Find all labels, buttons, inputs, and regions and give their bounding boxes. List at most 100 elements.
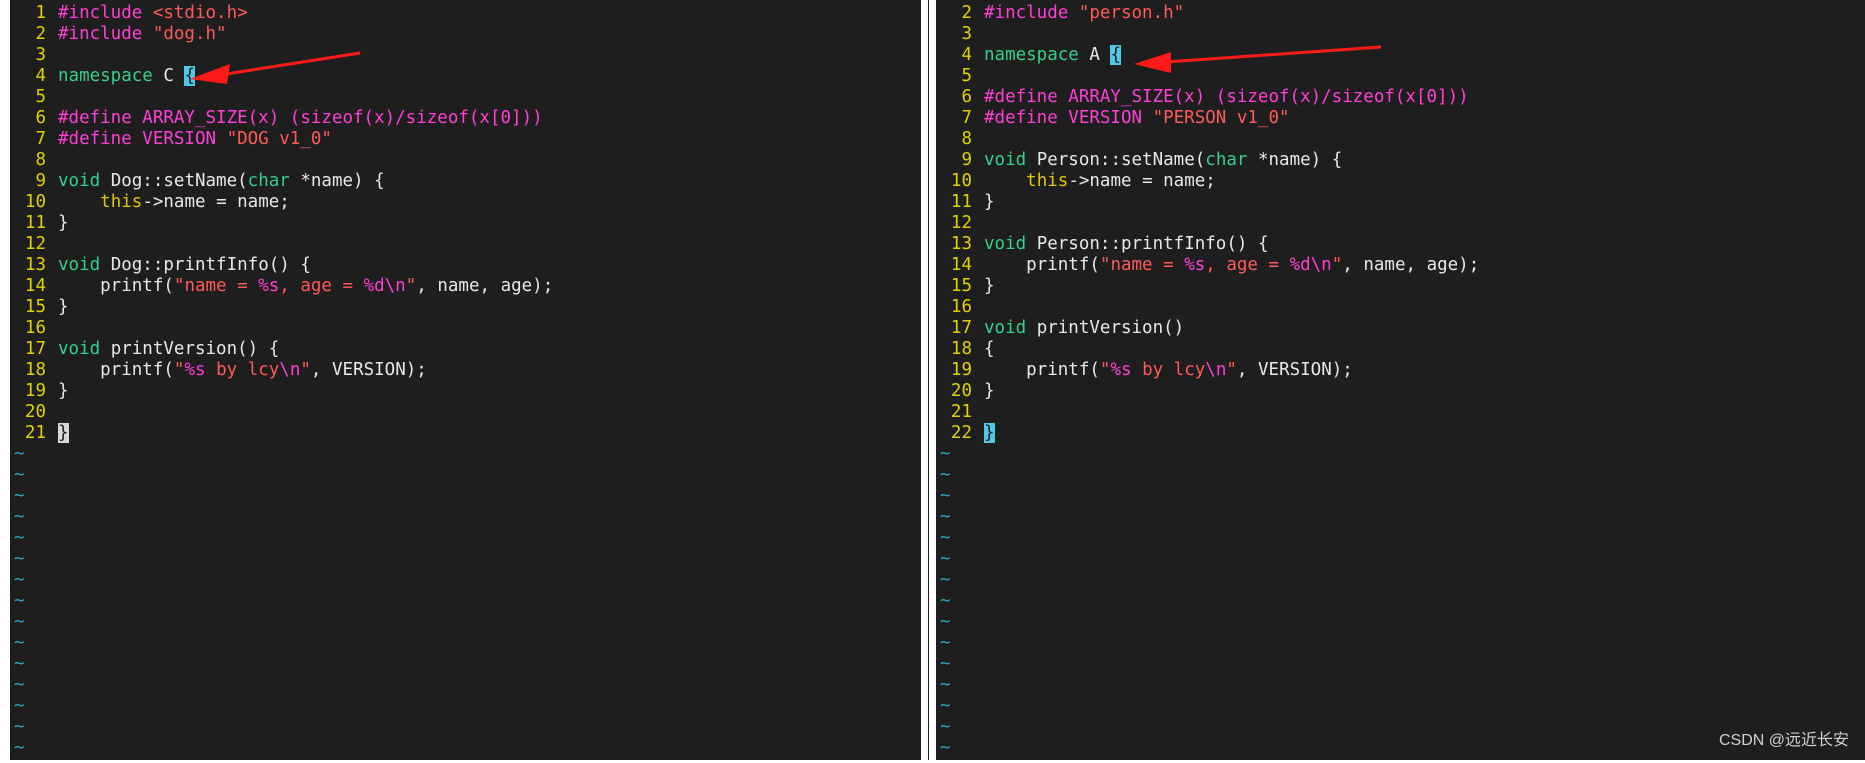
right-code-line[interactable]: 20} (936, 381, 1865, 402)
right-code-line[interactable]: 13 void Person::printfInfo() { (936, 234, 1865, 255)
right-editor-pane[interactable]: 2 #include "person.h" 3 4 namespace A { 5 6 #de… (936, 0, 1865, 760)
code-text[interactable]: void printVersion() { (58, 339, 279, 359)
line-number: 2 (961, 3, 972, 23)
left-code-area[interactable]: 1 #include <stdio.h> 2 #include "dog.h" 3 4 na… (10, 3, 921, 759)
vertical-split-divider[interactable] (921, 0, 936, 760)
empty-buffer-line: ~ (940, 570, 951, 590)
code-text[interactable]: namespace A { (984, 45, 1121, 65)
code-text[interactable]: void Dog::printfInfo() { (58, 255, 311, 275)
empty-buffer-line: ~ (940, 486, 951, 506)
code-text[interactable]: printf("%s by lcy\n", VERSION); (984, 360, 1353, 380)
code-text[interactable]: #include "dog.h" (58, 24, 227, 44)
left-code-line[interactable]: 14 printf("name = %s, age = %d\n", name,… (10, 276, 921, 297)
code-text[interactable]: printf("name = %s, age = %d\n", name, ag… (58, 276, 553, 296)
code-text[interactable]: printf("name = %s, age = %d\n", name, ag… (984, 255, 1479, 275)
code-text[interactable]: void printVersion() (984, 318, 1184, 338)
left-code-line[interactable]: 1 #include <stdio.h> (10, 3, 921, 24)
left-code-line[interactable]: 13 void Dog::printfInfo() { (10, 255, 921, 276)
right-code-line[interactable]: 19 printf("%s by lcy\n", VERSION); (936, 360, 1865, 381)
right-code-line[interactable]: 8 (936, 129, 1865, 150)
right-code-line[interactable]: 22} (936, 423, 1865, 444)
empty-buffer-line: ~ (14, 633, 25, 653)
right-code-line[interactable]: 9 void Person::setName(char *name) { (936, 150, 1865, 171)
code-text[interactable]: } (984, 276, 995, 296)
line-number: 2 (35, 24, 46, 44)
right-code-line[interactable]: 4 namespace A { (936, 45, 1865, 66)
left-code-line[interactable]: 16 (10, 318, 921, 339)
code-text[interactable]: #include "person.h" (984, 3, 1184, 23)
code-text[interactable]: void Dog::setName(char *name) { (58, 171, 385, 191)
left-code-line[interactable]: 8 (10, 150, 921, 171)
right-code-area[interactable]: 2 #include "person.h" 3 4 namespace A { 5 6 #de… (936, 3, 1865, 759)
code-text[interactable]: void Person::setName(char *name) { (984, 150, 1342, 170)
right-code-line[interactable]: 3 (936, 24, 1865, 45)
left-code-line[interactable]: 19} (10, 381, 921, 402)
code-text[interactable]: } (58, 423, 69, 443)
code-text[interactable]: { (984, 339, 995, 359)
empty-buffer-line: ~ (14, 570, 25, 590)
right-code-line[interactable]: 5 (936, 66, 1865, 87)
line-number: 6 (961, 87, 972, 107)
code-text[interactable]: #define VERSION "DOG v1_0" (58, 129, 332, 149)
code-text[interactable]: namespace C { (58, 66, 195, 86)
left-code-line[interactable]: 21} (10, 423, 921, 444)
left-code-line[interactable]: 17 void printVersion() { (10, 339, 921, 360)
right-code-line[interactable]: 6 #define ARRAY_SIZE(x) (sizeof(x)/sizeof… (936, 87, 1865, 108)
right-code-line[interactable]: 17 void printVersion() (936, 318, 1865, 339)
line-number: 19 (950, 360, 972, 380)
left-code-line[interactable]: 4 namespace C { (10, 66, 921, 87)
line-number: 3 (961, 24, 972, 44)
line-number: 15 (24, 297, 46, 317)
line-number: 17 (950, 318, 972, 338)
code-text[interactable]: #define VERSION "PERSON v1_0" (984, 108, 1290, 128)
left-code-line[interactable]: 9 void Dog::setName(char *name) { (10, 171, 921, 192)
code-text[interactable]: #include <stdio.h> (58, 3, 248, 23)
left-code-line[interactable]: 10 this->name = name; (10, 192, 921, 213)
right-code-line[interactable]: 2 #include "person.h" (936, 3, 1865, 24)
left-code-line[interactable]: 11} (10, 213, 921, 234)
code-text[interactable]: #define ARRAY_SIZE(x) (sizeof(x)/sizeof(… (58, 108, 543, 128)
right-code-line[interactable]: 16 (936, 297, 1865, 318)
code-text[interactable]: void Person::printfInfo() { (984, 234, 1268, 254)
left-code-line[interactable]: 6 #define ARRAY_SIZE(x) (sizeof(x)/sizeof… (10, 108, 921, 129)
left-code-line[interactable]: 3 (10, 45, 921, 66)
code-text[interactable]: printf("%s by lcy\n", VERSION); (58, 360, 427, 380)
right-code-line[interactable]: 14 printf("name = %s, age = %d\n", name,… (936, 255, 1865, 276)
line-number: 15 (950, 276, 972, 296)
right-code-line[interactable]: 10 this->name = name; (936, 171, 1865, 192)
code-text[interactable]: this->name = name; (58, 192, 290, 212)
right-code-line[interactable]: 15} (936, 276, 1865, 297)
code-text[interactable]: } (58, 213, 69, 233)
right-code-line[interactable]: 12 (936, 213, 1865, 234)
code-text[interactable]: } (58, 381, 69, 401)
left-code-line[interactable]: 2 #include "dog.h" (10, 24, 921, 45)
code-text[interactable]: this->name = name; (984, 171, 1216, 191)
empty-buffer-line: ~ (14, 465, 25, 485)
right-code-line[interactable]: 18 { (936, 339, 1865, 360)
right-code-line[interactable]: 7 #define VERSION "PERSON v1_0" (936, 108, 1865, 129)
left-code-line[interactable]: 7 #define VERSION "DOG v1_0" (10, 129, 921, 150)
code-text[interactable]: } (984, 192, 995, 212)
line-number: 9 (961, 150, 972, 170)
code-text[interactable]: } (58, 297, 69, 317)
left-code-line[interactable]: 15} (10, 297, 921, 318)
code-text[interactable]: } (984, 423, 995, 443)
right-code-line[interactable]: 21 (936, 402, 1865, 423)
line-number: 5 (961, 66, 972, 86)
empty-buffer-line: ~ (940, 633, 951, 653)
line-number: 4 (961, 45, 972, 65)
left-code-line[interactable]: 5 (10, 87, 921, 108)
empty-buffer-line: ~ (14, 696, 25, 716)
code-text[interactable]: #define ARRAY_SIZE(x) (sizeof(x)/sizeof(… (984, 87, 1469, 107)
empty-buffer-line: ~ (940, 696, 951, 716)
left-code-line[interactable]: 20 (10, 402, 921, 423)
empty-buffer-line: ~ (14, 444, 25, 464)
left-editor-pane[interactable]: 1 #include <stdio.h> 2 #include "dog.h" 3 4 na… (10, 0, 921, 760)
code-text[interactable]: } (984, 381, 995, 401)
right-code-line[interactable]: 11} (936, 192, 1865, 213)
empty-buffer-line: ~ (940, 654, 951, 674)
left-code-line[interactable]: 12 (10, 234, 921, 255)
empty-buffer-line: ~ (14, 549, 25, 569)
line-number: 16 (950, 297, 972, 317)
left-code-line[interactable]: 18 printf("%s by lcy\n", VERSION); (10, 360, 921, 381)
